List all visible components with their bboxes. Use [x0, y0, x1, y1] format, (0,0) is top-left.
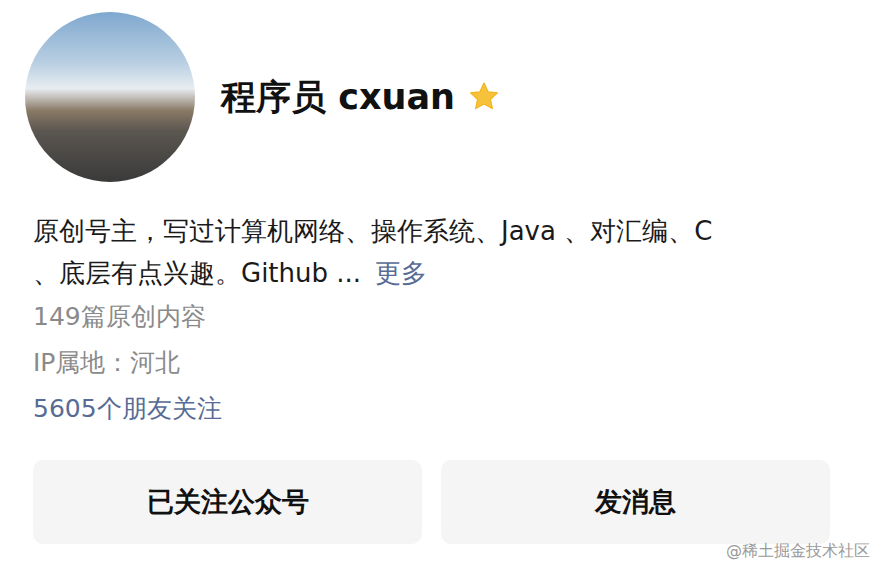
- profile-page: 程序员 cxuan 原创号主，写过计算机网络、操作系统、Java 、对汇编、C、底…: [0, 0, 882, 574]
- ip-location: IP属地：河北: [33, 340, 849, 386]
- avatar-photo[interactable]: [25, 12, 195, 182]
- more-link[interactable]: 更多: [375, 258, 427, 288]
- name-row: 程序员 cxuan: [221, 74, 501, 121]
- watermark: @稀土掘金技术社区: [726, 541, 870, 562]
- action-button[interactable]: 发消息: [441, 460, 830, 544]
- action-button[interactable]: 已关注公众号: [33, 460, 422, 544]
- action-buttons: 已关注公众号发消息: [0, 460, 882, 544]
- profile-info: 原创号主，写过计算机网络、操作系统、Java 、对汇编、C、底层有点兴趣。Git…: [0, 210, 882, 432]
- bio-line: 、底层有点兴趣。Github ...更多: [33, 252, 849, 294]
- star-icon: [467, 80, 501, 114]
- account-name: 程序员 cxuan: [221, 74, 455, 121]
- friends-following[interactable]: 5605个朋友关注: [33, 386, 849, 432]
- article-count: 149篇原创内容: [33, 294, 849, 340]
- bio-line: 原创号主，写过计算机网络、操作系统、Java 、对汇编、C: [33, 210, 849, 252]
- profile-header: 程序员 cxuan: [0, 12, 882, 182]
